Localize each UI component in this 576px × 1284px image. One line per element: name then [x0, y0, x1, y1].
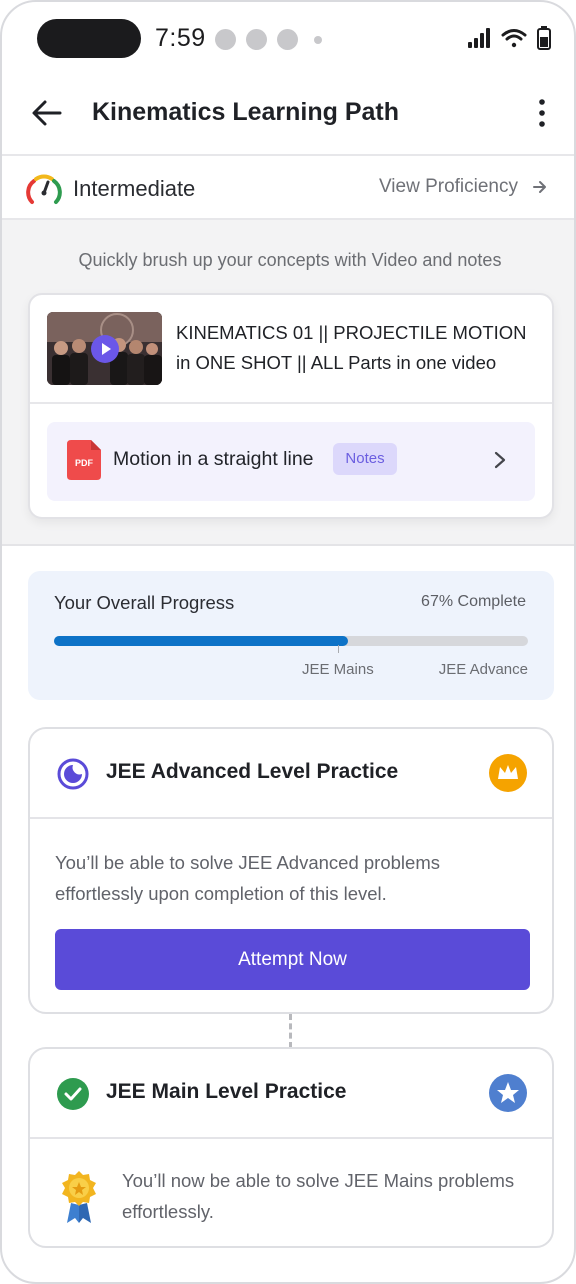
crown-icon: [489, 754, 527, 792]
advanced-practice-title: JEE Advanced Level Practice: [106, 760, 399, 783]
main-practice-title: JEE Main Level Practice: [106, 1080, 347, 1103]
resources-card: KINEMATICS 01 || PROJECTILE MOTION in ON…: [28, 293, 554, 519]
overall-progress-card: Your Overall Progress 67% Complete JEE M…: [28, 571, 554, 700]
view-proficiency-link[interactable]: View Proficiency: [379, 176, 548, 198]
advanced-practice-card: JEE Advanced Level Practice You’ll be ab…: [28, 727, 554, 1014]
resources-section: Quickly brush up your concepts with Vide…: [2, 220, 574, 546]
resources-subtitle: Quickly brush up your concepts with Vide…: [78, 250, 502, 270]
chevron-right-icon: [494, 451, 506, 469]
progress-percent: 67% Complete: [421, 593, 526, 610]
gauge-icon: [26, 174, 62, 204]
camera-pill: [37, 19, 141, 58]
star-icon: [489, 1074, 527, 1112]
phone-frame: 7:59 Kinematics Learning Path Intermedia…: [0, 0, 576, 1284]
mains-marker-tick: [338, 645, 339, 653]
progress-track: [54, 636, 528, 646]
view-proficiency-label: View Proficiency: [378, 176, 518, 197]
check-circle-icon: [57, 1078, 89, 1110]
back-arrow-icon[interactable]: [30, 96, 64, 130]
card-header: JEE Main Level Practice: [30, 1049, 552, 1139]
arrow-right-icon: [533, 181, 546, 193]
notification-dot: [277, 29, 298, 50]
notification-dot: [215, 29, 236, 50]
divider: [30, 402, 552, 404]
wifi-icon: [501, 29, 527, 48]
signal-icon: [468, 28, 490, 48]
mains-marker-label: JEE Mains: [302, 661, 374, 678]
main-practice-card: JEE Main Level Practice You’ll now be ab…: [28, 1047, 554, 1248]
attempt-now-button[interactable]: Attempt Now: [55, 929, 530, 990]
battery-icon: [537, 26, 551, 50]
main-practice-description: You’ll now be able to solve JEE Mains pr…: [122, 1170, 515, 1222]
advanced-practice-description: You’ll be able to solve JEE Advanced pro…: [55, 852, 440, 904]
card-header: JEE Advanced Level Practice: [30, 729, 552, 819]
status-time: 7:59: [155, 24, 206, 52]
pdf-label: PDF: [75, 458, 94, 468]
moon-icon: [57, 758, 89, 790]
kebab-menu-icon[interactable]: [538, 98, 546, 128]
status-icons: [468, 26, 551, 50]
proficiency-level: Intermediate: [73, 176, 196, 201]
medal-icon: [62, 1171, 96, 1223]
notes-badge: Notes: [333, 443, 397, 475]
progress-title: Your Overall Progress: [54, 592, 235, 613]
video-title[interactable]: KINEMATICS 01 || PROJECTILE MOTION in ON…: [176, 318, 536, 378]
notes-row[interactable]: PDF Motion in a straight line Notes: [47, 422, 535, 501]
notification-dot: [314, 36, 322, 44]
advance-marker-label: JEE Advance: [438, 661, 528, 678]
progress-fill: [54, 636, 348, 646]
notes-title: Motion in a straight line: [113, 448, 314, 470]
page-title: Kinematics Learning Path: [92, 98, 400, 126]
status-bar: 7:59: [2, 2, 574, 76]
connector-line: [289, 1014, 292, 1048]
notification-dot: [246, 29, 267, 50]
app-header: Kinematics Learning Path: [2, 76, 574, 156]
proficiency-row: Intermediate View Proficiency: [2, 158, 574, 220]
video-thumbnail[interactable]: [47, 312, 162, 385]
pdf-icon: PDF: [67, 440, 101, 480]
play-icon[interactable]: [90, 334, 120, 364]
